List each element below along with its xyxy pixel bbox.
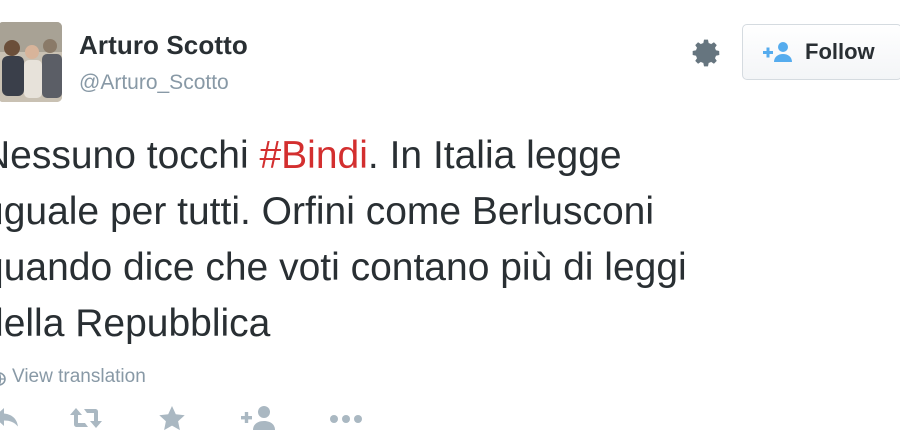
avatar-photo [0,22,62,102]
reply-button[interactable] [0,402,26,438]
retweet-button[interactable] [66,402,106,438]
tweet-text-segment: . In Italia legge [367,134,622,177]
follow-user-icon [763,41,793,63]
tweet-text: Nessuno tocchi #Bindi. In Italia legge u… [0,128,882,352]
tweet-card: Arturo Scotto @Arturo_Scotto Follow Ness… [0,0,900,448]
hashtag-link[interactable]: #Bindi [259,134,367,177]
favorite-button[interactable] [152,402,192,438]
reply-icon [0,406,20,435]
view-translation-label: View translation [12,366,146,387]
view-translation-link[interactable]: View translation [0,366,146,388]
follow-user-action-button[interactable] [236,402,280,438]
follow-button[interactable]: Follow [742,24,900,80]
follow-button-label: Follow [805,39,875,64]
tweet-line-2: uguale per tutti. Orfini come Berlusconi [0,190,654,233]
retweet-icon [68,406,104,435]
gear-icon[interactable] [689,36,723,70]
more-button[interactable] [326,402,366,438]
tweet-line-4: della Repubblica [0,302,271,345]
tweet-text-segment: Nessuno tocchi [0,134,260,177]
author-handle[interactable]: @Arturo_Scotto [79,71,229,95]
favorite-star-icon [158,405,186,436]
author-name[interactable]: Arturo Scotto [79,30,248,61]
tweet-line-3: quando dice che voti contano più di legg… [0,246,687,289]
more-dots-icon [329,411,363,429]
follow-user-icon [241,405,275,436]
globe-icon [0,370,6,386]
avatar[interactable] [0,22,62,102]
tweet-line-1: Nessuno tocchi #Bindi. In Italia legge [0,128,882,184]
